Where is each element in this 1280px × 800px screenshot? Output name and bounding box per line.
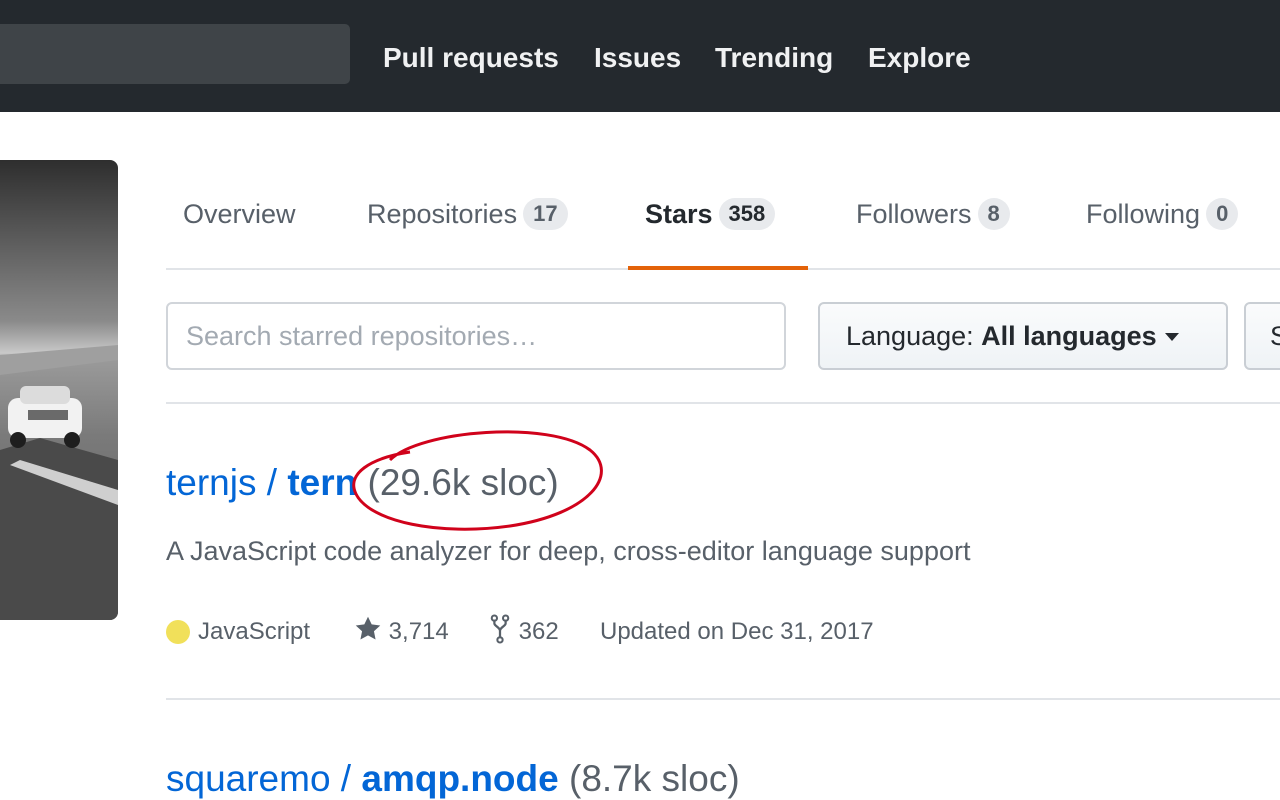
avatar-photo — [0, 160, 118, 620]
repo-description: A JavaScript code analyzer for deep, cro… — [166, 536, 971, 566]
repo-title: ternjs / tern (29.6k sloc) — [166, 460, 559, 506]
stars-count: 358 — [718, 198, 776, 230]
repo-forks-link[interactable]: 362 — [488, 614, 559, 650]
nav-issues[interactable]: Issues — [594, 38, 681, 78]
tab-label: Following — [1086, 199, 1201, 229]
repo-name: amqp.node — [361, 758, 559, 799]
repo-divider — [166, 698, 1280, 700]
repo-title: squaremo / amqp.node (8.7k sloc) — [166, 756, 740, 800]
repo-owner: ternjs — [166, 462, 257, 503]
tab-label: Overview — [183, 199, 296, 229]
repo-link[interactable]: ternjs / tern — [166, 462, 357, 503]
repo-separator: / — [330, 758, 362, 799]
tab-stars[interactable]: Stars 358 — [645, 194, 776, 234]
followers-count: 8 — [977, 198, 1010, 230]
sort-label: S — [1270, 321, 1280, 351]
repo-link[interactable]: squaremo / amqp.node — [166, 758, 559, 799]
chevron-down-icon — [1164, 333, 1179, 341]
repo-forks-count: 362 — [518, 618, 559, 645]
global-header: Pull requests Issues Trending Explore — [0, 0, 1280, 112]
starred-search-input[interactable] — [166, 302, 786, 370]
language-color-dot — [166, 620, 190, 644]
nav-pull-requests[interactable]: Pull requests — [383, 38, 559, 78]
tab-followers[interactable]: Followers 8 — [856, 194, 1010, 234]
tab-label: Stars — [645, 199, 713, 229]
nav-trending[interactable]: Trending — [715, 38, 833, 78]
language-filter-button[interactable]: Language: All languages — [818, 302, 1228, 370]
tab-overview[interactable]: Overview — [183, 194, 296, 234]
fork-icon — [490, 614, 510, 644]
tab-label: Followers — [856, 199, 972, 229]
repo-name: tern — [287, 462, 358, 503]
following-count: 0 — [1206, 198, 1239, 230]
tab-following[interactable]: Following 0 — [1086, 194, 1239, 234]
selected-tab-indicator — [628, 266, 808, 270]
repo-stars-count: 3,714 — [388, 618, 449, 645]
filter-divider — [166, 402, 1280, 404]
sort-button[interactable]: S — [1244, 302, 1280, 370]
repositories-count: 17 — [523, 198, 568, 230]
tab-repositories[interactable]: Repositories 17 — [367, 194, 568, 234]
repo-owner: squaremo — [166, 758, 331, 799]
repo-sloc: (8.7k sloc) — [569, 758, 740, 799]
repo-updated: Updated on Dec 31, 2017 — [600, 618, 874, 645]
language-filter-value: All languages — [981, 321, 1157, 351]
repo-sloc: (29.6k sloc) — [367, 462, 559, 503]
avatar[interactable] — [0, 160, 118, 620]
repo-separator: / — [256, 462, 288, 503]
repo-language: JavaScript — [198, 618, 311, 645]
nav-explore[interactable]: Explore — [868, 38, 971, 78]
tab-label: Repositories — [367, 199, 518, 229]
repo-stars-link[interactable]: 3,714 — [354, 614, 449, 650]
star-icon — [355, 616, 381, 640]
language-filter-label: Language: — [846, 321, 974, 351]
global-search-input[interactable] — [0, 24, 350, 84]
